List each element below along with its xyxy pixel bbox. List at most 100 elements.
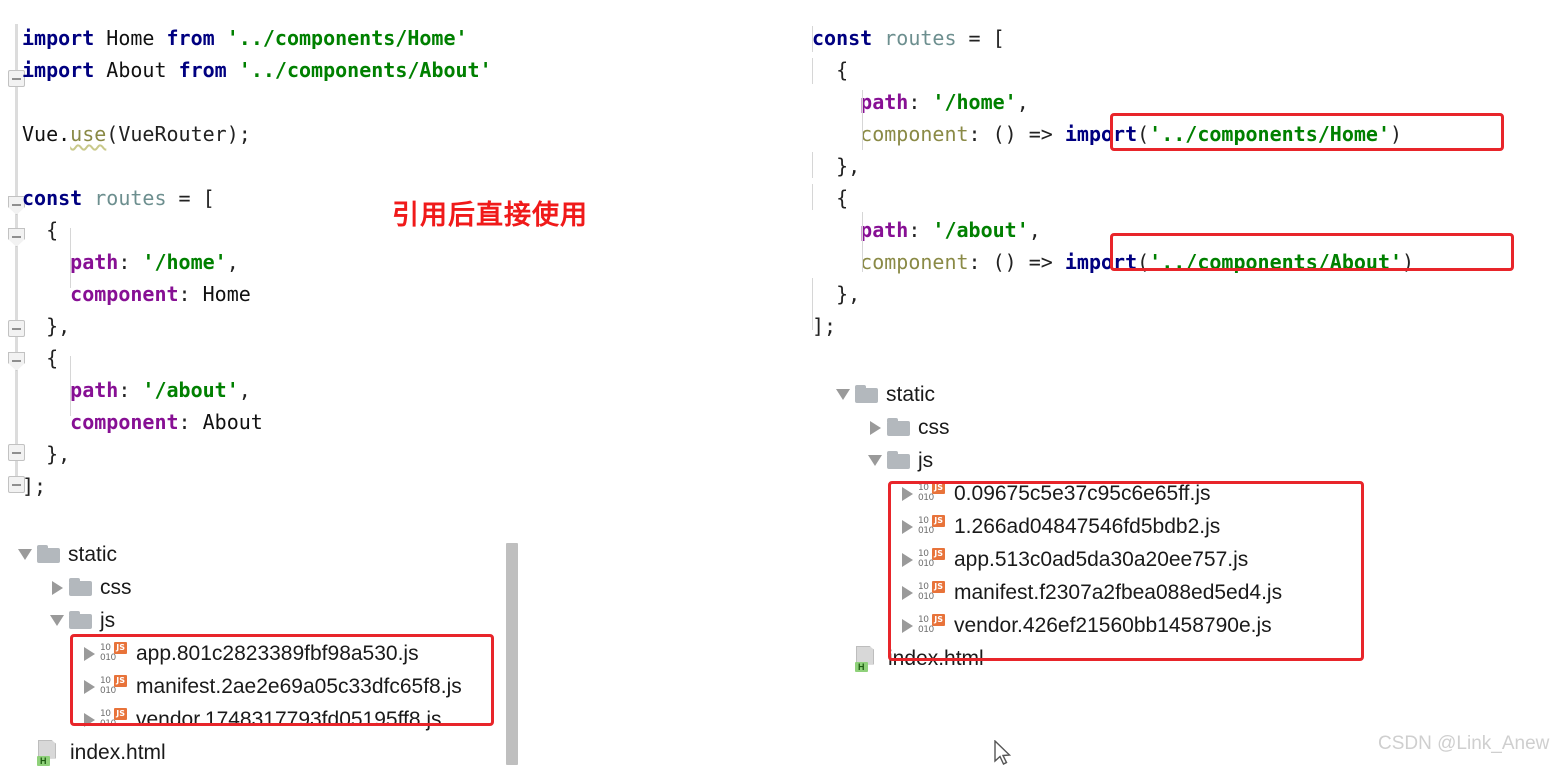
folder-icon: [68, 577, 94, 598]
code-token: '/home': [142, 250, 227, 274]
code-line: },: [22, 310, 622, 342]
tree-row[interactable]: static: [14, 538, 504, 571]
code-line: component: About: [22, 406, 622, 438]
tree-row[interactable]: static: [832, 378, 1392, 411]
code-token: (: [1137, 250, 1150, 274]
code-line: component: Home: [22, 278, 622, 310]
tree-row[interactable]: 10 010 JS manifest.2ae2e69a05c33dfc65f8.js: [14, 670, 504, 703]
code-token: from: [178, 58, 227, 82]
code-line: Vue.use(VueRouter);: [22, 118, 622, 150]
code-token: :: [118, 250, 143, 274]
chevron-right-icon[interactable]: [78, 646, 100, 661]
code-token: (VueRouter);: [106, 122, 251, 146]
js-file-icon: 10 010 JS: [918, 514, 945, 536]
tree-item-label: app.513c0ad5da30a20ee757.js: [954, 547, 1249, 571]
tree-item-label: js: [100, 608, 116, 632]
indent-guide: [862, 90, 863, 150]
chevron-right-icon[interactable]: [896, 519, 918, 534]
js-file-icon: 10 010 JS: [918, 613, 945, 635]
tree-row[interactable]: 10 010 JS manifest.f2307a2fbea088ed5ed4.js: [832, 576, 1392, 609]
code-token: '../components/Home': [1149, 122, 1390, 146]
tree-item-label: manifest.2ae2e69a05c33dfc65f8.js: [136, 674, 462, 698]
right-code-editor[interactable]: const routes = [ { path: '/home', compon…: [812, 22, 1532, 342]
js-file-icon: 10 010 JS: [918, 481, 945, 503]
tree-row[interactable]: js: [832, 444, 1392, 477]
code-token: Vue.: [22, 122, 71, 146]
tree-row[interactable]: css: [14, 571, 504, 604]
folder-icon: [854, 384, 880, 405]
left-code-editor[interactable]: import Home from '../components/Home' imp…: [22, 22, 622, 502]
chevron-right-icon[interactable]: [864, 420, 886, 435]
chevron-down-icon[interactable]: [14, 549, 36, 560]
code-token: {: [812, 186, 849, 210]
left-file-tree[interactable]: static css js 10 010 JS app.801c2823389fbf98a5…: [14, 538, 504, 769]
indent-guide: [812, 58, 813, 84]
chevron-down-icon[interactable]: [864, 455, 886, 466]
code-line: path: '/home',: [812, 86, 1532, 118]
code-token: ): [1390, 122, 1403, 146]
code-token: ];: [812, 314, 837, 338]
chevron-down-icon[interactable]: [832, 389, 854, 400]
js-file-icon: 10 010 JS: [100, 674, 127, 696]
code-line: },: [812, 278, 1532, 310]
tree-row[interactable]: 10 010 JS 0.09675c5e37c95c6e65ff.js: [832, 477, 1392, 510]
code-token: (: [1137, 122, 1150, 146]
indent-guide: [812, 152, 813, 178]
tree-row[interactable]: 10 010 JS vendor.1748317793fd05195ff8.js: [14, 703, 504, 736]
code-token: :: [908, 90, 933, 114]
code-token: About: [106, 58, 167, 82]
code-token: ): [1402, 250, 1415, 274]
right-file-tree[interactable]: static css js 10 010 JS 0.09675c5e37c95c6e65ff…: [832, 378, 1392, 675]
chevron-right-icon[interactable]: [896, 618, 918, 633]
code-line: },: [22, 438, 622, 470]
chevron-right-icon[interactable]: [46, 580, 68, 595]
code-token: routes: [94, 186, 167, 210]
code-line: },: [812, 150, 1532, 182]
folder-icon: [68, 610, 94, 631]
code-line: ];: [22, 470, 622, 502]
tree-item-label: js: [918, 448, 934, 472]
code-line: {: [812, 54, 1532, 86]
tree-row[interactable]: 10 010 JS app.513c0ad5da30a20ee757.js: [832, 543, 1392, 576]
chevron-right-icon[interactable]: [896, 585, 918, 600]
code-token: '/about': [932, 218, 1029, 242]
code-token: const: [812, 26, 873, 50]
code-line: path: '/about',: [22, 374, 622, 406]
code-token: from: [166, 26, 215, 50]
left-tree-scrollbar[interactable]: [506, 543, 518, 765]
chevron-down-icon[interactable]: [46, 615, 68, 626]
code-token: '../components/About': [1149, 250, 1403, 274]
chevron-right-icon[interactable]: [78, 712, 100, 727]
chevron-right-icon[interactable]: [896, 486, 918, 501]
code-token: ,: [1028, 218, 1041, 242]
tree-row[interactable]: css: [832, 411, 1392, 444]
tree-row[interactable]: js: [14, 604, 504, 637]
tree-item-label: manifest.f2307a2fbea088ed5ed4.js: [954, 580, 1283, 604]
code-token: '/about': [142, 378, 239, 402]
js-file-icon: 10 010 JS: [100, 641, 127, 663]
tree-row[interactable]: 10 010 JS vendor.426ef21560bb1458790e.js: [832, 609, 1392, 642]
code-token: = [: [956, 26, 1005, 50]
code-token: About: [202, 410, 263, 434]
code-token: component: [22, 282, 179, 306]
code-token: : () =>: [968, 122, 1065, 146]
tree-row[interactable]: Hindex.html: [832, 642, 1392, 675]
tree-item-label: css: [918, 415, 950, 439]
chevron-right-icon[interactable]: [896, 552, 918, 567]
code-token: component: [22, 410, 179, 434]
chevron-right-icon[interactable]: [78, 679, 100, 694]
code-line: {: [22, 342, 622, 374]
gutter-rail: [15, 24, 18, 484]
tree-item-label: 1.266ad04847546fd5bdb2.js: [954, 514, 1221, 538]
tree-row[interactable]: 10 010 JS app.801c2823389fbf98a530.js: [14, 637, 504, 670]
tree-item-label: vendor.1748317793fd05195ff8.js: [136, 707, 442, 731]
tree-row[interactable]: 10 010 JS 1.266ad04847546fd5bdb2.js: [832, 510, 1392, 543]
code-line: component: () => import('../components/A…: [812, 246, 1532, 278]
code-token: routes: [884, 26, 957, 50]
tree-row[interactable]: Hindex.html: [14, 736, 504, 769]
